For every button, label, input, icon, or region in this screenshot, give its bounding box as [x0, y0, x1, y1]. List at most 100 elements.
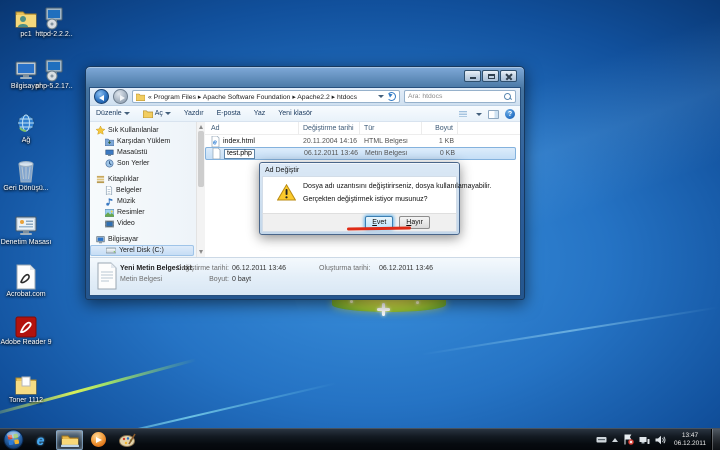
- taskbar-ie-button[interactable]: e: [27, 430, 54, 450]
- back-button[interactable]: [94, 89, 109, 104]
- volume-icon[interactable]: [655, 435, 666, 445]
- wallpaper-sparkle: [377, 303, 390, 316]
- chevron-down-icon: [165, 112, 171, 115]
- chevron-down-icon[interactable]: [476, 113, 482, 116]
- help-icon[interactable]: ?: [505, 109, 515, 119]
- recent-places-icon: [105, 159, 114, 168]
- desktop-icon-php[interactable]: php-5.2.17..: [28, 58, 80, 91]
- sidebar-item-libraries[interactable]: Kitaplıklar: [90, 174, 196, 185]
- disk-drive-icon: [106, 247, 116, 254]
- internet-explorer-icon: e: [37, 433, 45, 447]
- wallpaper-streak: [422, 307, 719, 356]
- sidebar-label: Kitaplıklar: [108, 176, 139, 183]
- column-header-type[interactable]: Tür: [360, 122, 422, 135]
- organize-label: Düzenle: [96, 110, 122, 117]
- removable-device-icon[interactable]: [596, 435, 607, 444]
- desktop-monitor-icon: [105, 149, 114, 157]
- close-button[interactable]: [500, 70, 517, 82]
- column-header-name[interactable]: Ad: [205, 122, 299, 135]
- burn-button[interactable]: Yaz: [254, 110, 266, 117]
- desktop-icon-ag[interactable]: Ağ: [0, 112, 52, 145]
- sidebar-label: Müzik: [117, 198, 135, 205]
- documents-icon: [105, 186, 113, 195]
- sidebar-item-computer[interactable]: Bilgisayar: [90, 234, 196, 245]
- network-icon[interactable]: [639, 435, 650, 445]
- table-row-selected[interactable]: test.php 06.12.2011 13:46 Metin Belgesi …: [205, 147, 516, 160]
- sidebar-item-local-disk-c[interactable]: Yerel Disk (C:): [90, 245, 194, 256]
- sidebar-label: Masaüstü: [117, 149, 147, 156]
- forward-button[interactable]: [113, 89, 128, 104]
- breadcrumb-dropdown-icon[interactable]: [378, 95, 384, 98]
- preview-pane-icon[interactable]: [488, 110, 499, 119]
- sidebar-item-pictures[interactable]: Resimler: [90, 207, 196, 218]
- action-center-flag-icon[interactable]: [623, 434, 634, 445]
- desktop-icon-label: php-5.2.17..: [28, 83, 80, 91]
- search-icon: [504, 93, 512, 101]
- sidebar-item-downloads[interactable]: Karşıdan Yüklem: [90, 136, 196, 147]
- rename-dialog: Ad Değiştir Dosya adı uzantısını değişti…: [259, 162, 460, 235]
- column-header-size[interactable]: Boyut: [422, 122, 458, 135]
- details-created-label: Oluşturma tarihi:: [319, 265, 370, 272]
- desktop-icon-recycle-bin[interactable]: Geri Dönüşü...: [0, 156, 52, 193]
- email-label: E-posta: [217, 110, 241, 117]
- navigation-pane: Sık Kullanılanlar Karşıdan Yüklem Masaüs…: [90, 122, 196, 257]
- desktop-icon-acrobat-com[interactable]: Acrobat.com: [0, 264, 52, 299]
- sidebar-item-video[interactable]: Video: [90, 218, 196, 229]
- sidebar-item-desktop[interactable]: Masaüstü: [90, 147, 196, 158]
- desktop-icon-control-panel[interactable]: Denetim Masası: [0, 214, 52, 247]
- organize-menu[interactable]: Düzenle: [96, 110, 130, 117]
- sidebar-label: Belgeler: [116, 187, 142, 194]
- scroll-down-icon[interactable]: [199, 250, 203, 254]
- breadcrumb[interactable]: « Program Files ▸ Apache Software Founda…: [132, 90, 400, 103]
- taskbar-explorer-button[interactable]: [56, 430, 83, 450]
- folder-icon: [136, 93, 145, 101]
- new-folder-button[interactable]: Yeni klasör: [278, 110, 312, 117]
- dialog-body: Dosya adı uzantısını değiştirirseniz, do…: [262, 176, 457, 213]
- start-button[interactable]: [0, 429, 26, 450]
- rename-edit-box[interactable]: test.php: [224, 149, 255, 159]
- sidebar-label: Karşıdan Yüklem: [117, 138, 170, 145]
- email-button[interactable]: E-posta: [217, 110, 241, 117]
- sidebar-item-documents[interactable]: Belgeler: [90, 185, 196, 196]
- sidebar-item-recent-places[interactable]: Son Yerler: [90, 158, 196, 169]
- explorer-folder-icon: [61, 433, 79, 447]
- sidebar-label: Video: [117, 220, 135, 227]
- scroll-up-icon[interactable]: [199, 125, 203, 129]
- file-size: 0 KB: [423, 150, 459, 157]
- warning-icon: [277, 184, 296, 201]
- desktop-icon-toner[interactable]: Toner 1112: [0, 374, 52, 405]
- search-input[interactable]: Ara: htdocs: [404, 90, 516, 103]
- desktop-icon-httpd[interactable]: httpd-2.2.2..: [28, 6, 80, 39]
- sidebar-item-favorites[interactable]: Sık Kullanılanlar: [90, 125, 196, 136]
- column-header-modified[interactable]: Değiştirme tarihi: [299, 122, 360, 135]
- minimize-button[interactable]: [464, 70, 481, 82]
- details-file-type: Metin Belgesi: [120, 276, 162, 283]
- clock-time: 13:47: [669, 432, 711, 440]
- taskbar-paint-button[interactable]: [114, 430, 141, 450]
- sidebar-label: Resimler: [117, 209, 145, 216]
- burn-label: Yaz: [254, 110, 266, 117]
- open-menu[interactable]: Aç: [143, 110, 171, 118]
- refresh-icon[interactable]: [387, 92, 396, 101]
- table-row[interactable]: e index.html 20.11.2004 14:16 HTML Belge…: [205, 135, 520, 147]
- maximize-button[interactable]: [482, 70, 499, 82]
- desktop-icon-adobe-reader[interactable]: Adobe Reader 9: [0, 316, 52, 347]
- desktop-icon-label: Denetim Masası: [0, 239, 52, 247]
- sidebar-item-music[interactable]: Müzik: [90, 196, 196, 207]
- print-button[interactable]: Yazdır: [184, 110, 204, 117]
- downloads-icon: [105, 138, 114, 146]
- taskbar-media-player-button[interactable]: [85, 430, 112, 450]
- show-hidden-icons-icon[interactable]: [612, 438, 618, 442]
- show-desktop-button[interactable]: [711, 429, 720, 450]
- desktop: pc1 httpd-2.2.2.. Bilgisayar php-5.2.17.…: [0, 0, 720, 450]
- file-type: HTML Belgesi: [360, 138, 422, 145]
- taskbar-clock[interactable]: 13:47 06.12.2011: [669, 432, 711, 447]
- command-bar: Düzenle Aç Yazdır E-posta Yaz Yeni klasö…: [90, 106, 520, 122]
- change-view-icon[interactable]: [459, 110, 470, 119]
- scrollbar-thumb[interactable]: [198, 131, 204, 187]
- taskbar: e 13:47 06.12.2011: [0, 428, 720, 450]
- file-modified: 20.11.2004 14:16: [299, 138, 360, 145]
- network-globe-icon: [14, 112, 38, 136]
- navigation-scrollbar[interactable]: [196, 122, 205, 257]
- system-tray: [596, 434, 666, 445]
